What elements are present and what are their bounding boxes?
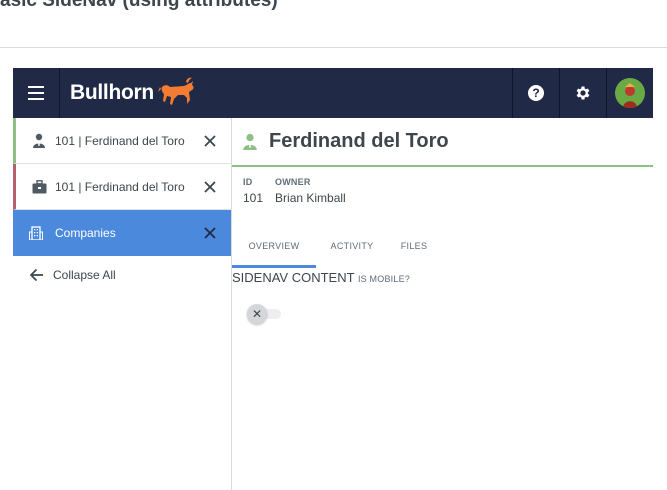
divider	[0, 47, 667, 48]
arrow-left-icon	[27, 266, 45, 284]
help-button[interactable]: ?	[512, 68, 559, 118]
collapse-all-label: Collapse All	[53, 268, 116, 282]
sidenav-item-job[interactable]: 101 | Ferdinand del Toro	[13, 164, 231, 210]
record-owner: OWNER Brian Kimball	[275, 177, 346, 205]
sidenav-item-label: 101 | Ferdinand del Toro	[55, 133, 185, 148]
owner-label: OWNER	[275, 177, 311, 187]
record-id: ID 101	[243, 177, 263, 205]
help-icon: ?	[528, 85, 544, 101]
tab-files[interactable]: FILES	[388, 226, 440, 266]
tab-activity[interactable]: ACTIVITY	[316, 226, 388, 266]
company-building-icon	[27, 224, 45, 242]
brand-name: Bullhorn	[70, 81, 154, 104]
menu-icon[interactable]	[13, 68, 60, 118]
record-meta: ID 101 OWNER Brian Kimball	[243, 177, 346, 205]
id-value: 101	[243, 191, 264, 205]
record-header: Ferdinand del Toro	[232, 118, 653, 167]
page-title: asic SideNav (using attributes)	[0, 0, 278, 11]
candidate-icon	[242, 133, 260, 151]
owner-value[interactable]: Brian Kimball	[275, 191, 346, 205]
candidate-icon	[30, 132, 48, 150]
toggle-x-icon: ✕	[247, 304, 267, 324]
settings-button[interactable]	[559, 68, 606, 118]
is-mobile-toggle[interactable]: ✕	[247, 304, 283, 324]
app-header: Bullhorn ?	[13, 68, 653, 118]
gear-icon	[576, 86, 590, 100]
record-tabs: OVERVIEW ACTIVITY FILES	[232, 226, 653, 268]
job-briefcase-icon	[30, 178, 48, 196]
sidenav: 101 | Ferdinand del Toro 101 | Ferdinand…	[13, 118, 232, 490]
content-subheading: IS MOBILE?	[357, 274, 410, 284]
user-avatar-icon	[623, 83, 637, 108]
sidenav-item-candidate[interactable]: 101 | Ferdinand del Toro	[13, 118, 231, 164]
tab-overview[interactable]: OVERVIEW	[232, 226, 316, 268]
sidenav-item-companies[interactable]: Companies	[13, 210, 231, 256]
sidenav-item-label: 101 | Ferdinand del Toro	[55, 179, 185, 194]
bull-logo-icon	[157, 77, 194, 105]
brand-logo[interactable]: Bullhorn	[60, 68, 512, 118]
avatar	[615, 78, 645, 108]
sidenav-item-label: Companies	[55, 225, 116, 240]
id-label: ID	[243, 177, 253, 187]
record-title: Ferdinand del Toro	[269, 130, 449, 152]
close-icon[interactable]	[199, 176, 221, 198]
close-icon[interactable]	[199, 130, 221, 152]
content-heading: SIDENAV CONTENT	[232, 270, 355, 285]
close-icon[interactable]	[199, 222, 221, 244]
sidenav-content: SIDENAV CONTENT IS MOBILE?	[232, 270, 410, 285]
user-avatar-button[interactable]	[606, 68, 653, 118]
collapse-all-button[interactable]: Collapse All	[13, 256, 231, 294]
